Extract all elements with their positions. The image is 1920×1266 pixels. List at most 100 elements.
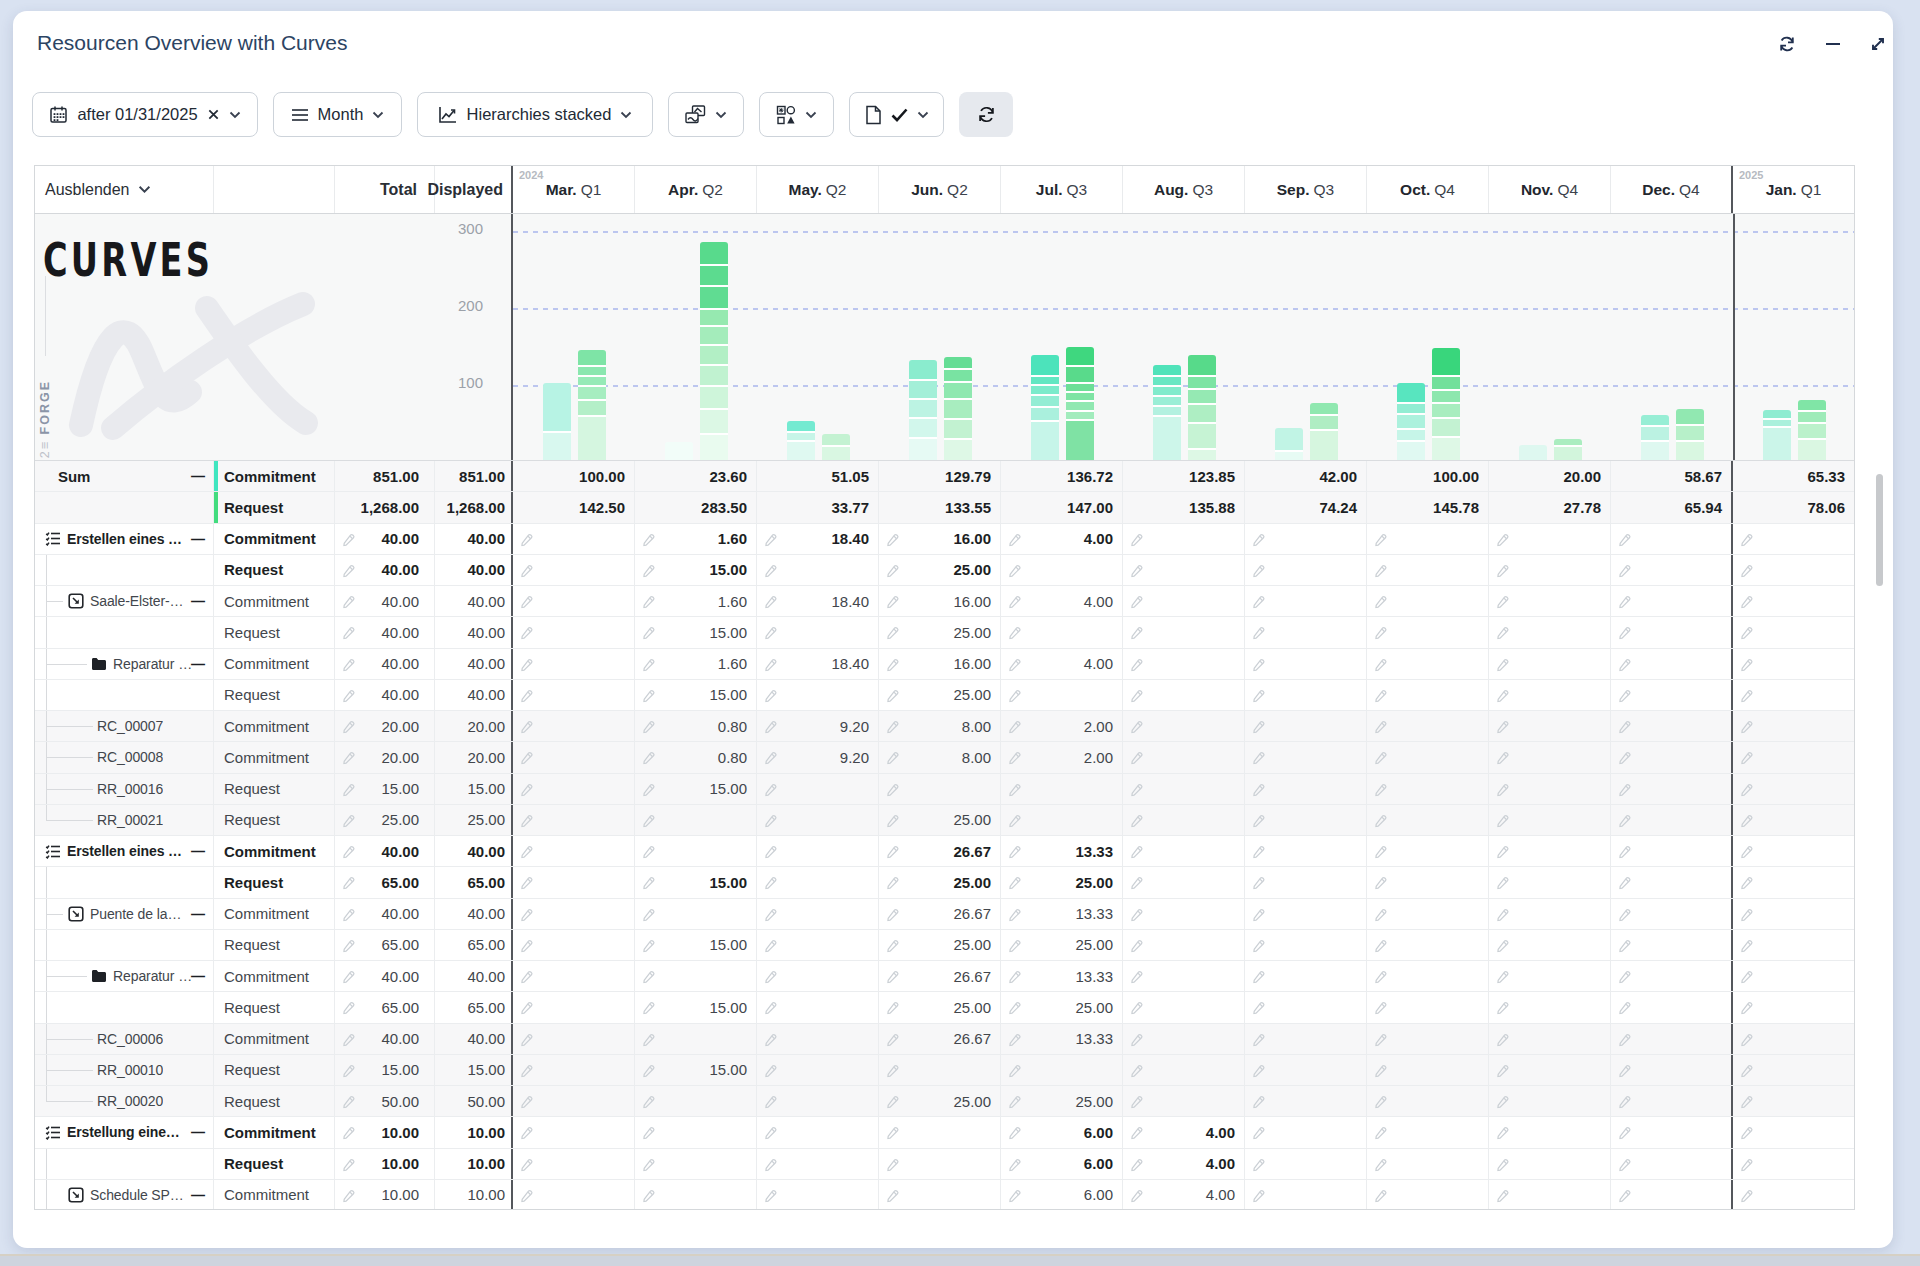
month-value-cell[interactable]: 4.00 xyxy=(1123,1117,1245,1147)
month-value-cell[interactable] xyxy=(1245,742,1367,772)
edit-pencil-icon[interactable] xyxy=(885,719,900,734)
month-value-cell[interactable] xyxy=(1123,899,1245,929)
edit-pencil-icon[interactable] xyxy=(341,969,356,984)
month-value-cell[interactable] xyxy=(1489,774,1611,804)
month-value-cell[interactable]: 15.00 xyxy=(635,555,757,585)
edit-pencil-icon[interactable] xyxy=(1129,1062,1144,1077)
month-value-cell[interactable]: 15.00 xyxy=(635,930,757,960)
month-value-cell[interactable] xyxy=(1611,1180,1733,1210)
month-value-cell[interactable]: 133.55 xyxy=(879,492,1001,522)
month-value-cell[interactable]: 15.00 xyxy=(635,867,757,897)
month-value-cell[interactable] xyxy=(757,836,879,866)
edit-pencil-icon[interactable] xyxy=(1007,1062,1022,1077)
edit-pencil-icon[interactable] xyxy=(519,844,534,859)
month-value-cell[interactable] xyxy=(1611,649,1733,679)
month-value-cell[interactable]: 26.67 xyxy=(879,961,1001,991)
edit-pencil-icon[interactable] xyxy=(519,562,534,577)
month-value-cell[interactable] xyxy=(1245,992,1367,1022)
edit-pencil-icon[interactable] xyxy=(1129,937,1144,952)
month-value-cell[interactable] xyxy=(1489,1180,1611,1210)
edit-pencil-icon[interactable] xyxy=(641,1000,656,1015)
month-value-cell[interactable] xyxy=(513,617,635,647)
month-value-cell[interactable] xyxy=(1245,649,1367,679)
month-value-cell[interactable] xyxy=(1733,1117,1855,1147)
month-value-cell[interactable] xyxy=(1123,711,1245,741)
month-value-cell[interactable] xyxy=(1733,586,1855,616)
edit-pencil-icon[interactable] xyxy=(1007,812,1022,827)
month-value-cell[interactable] xyxy=(1367,961,1489,991)
collapse-toggle[interactable]: — xyxy=(191,906,213,922)
month-value-cell[interactable] xyxy=(757,992,879,1022)
edit-pencil-icon[interactable] xyxy=(1251,781,1266,796)
month-value-cell[interactable] xyxy=(1489,1055,1611,1085)
edit-pencil-icon[interactable] xyxy=(1129,687,1144,702)
edit-pencil-icon[interactable] xyxy=(341,781,356,796)
edit-pencil-icon[interactable] xyxy=(1373,531,1388,546)
month-value-cell[interactable] xyxy=(1611,961,1733,991)
edit-pencil-icon[interactable] xyxy=(1129,1125,1144,1140)
edit-pencil-icon[interactable] xyxy=(1495,1094,1510,1109)
edit-pencil-icon[interactable] xyxy=(1739,1094,1754,1109)
edit-pencil-icon[interactable] xyxy=(1129,531,1144,546)
month-value-cell[interactable] xyxy=(1367,586,1489,616)
edit-pencil-icon[interactable] xyxy=(341,594,356,609)
month-value-cell[interactable]: 8.00 xyxy=(879,711,1001,741)
collapse-toggle[interactable]: — xyxy=(191,843,213,859)
edit-pencil-icon[interactable] xyxy=(885,562,900,577)
month-value-cell[interactable] xyxy=(1733,805,1855,835)
edit-pencil-icon[interactable] xyxy=(1129,969,1144,984)
edit-pencil-icon[interactable] xyxy=(519,656,534,671)
edit-pencil-icon[interactable] xyxy=(763,969,778,984)
month-value-cell[interactable] xyxy=(757,930,879,960)
month-value-cell[interactable] xyxy=(757,1086,879,1116)
edit-pencil-icon[interactable] xyxy=(1617,594,1632,609)
edit-pencil-icon[interactable] xyxy=(1129,1094,1144,1109)
month-value-cell[interactable] xyxy=(1245,867,1367,897)
month-value-cell[interactable] xyxy=(513,805,635,835)
month-value-cell[interactable]: 6.00 xyxy=(1001,1149,1123,1179)
month-value-cell[interactable] xyxy=(1245,1117,1367,1147)
collapse-toggle[interactable]: — xyxy=(191,531,213,547)
month-value-cell[interactable] xyxy=(1489,1149,1611,1179)
month-value-cell[interactable] xyxy=(879,1180,1001,1210)
hide-column-control[interactable]: Ausblenden xyxy=(35,166,214,213)
edit-pencil-icon[interactable] xyxy=(763,531,778,546)
month-value-cell[interactable]: 13.33 xyxy=(1001,836,1123,866)
month-value-cell[interactable] xyxy=(1367,1149,1489,1179)
table-row[interactable]: Reparatur …—Commitment40.0040.001.6018.4… xyxy=(35,649,1854,680)
collapse-toggle[interactable]: — xyxy=(191,468,213,484)
month-value-cell[interactable] xyxy=(635,1086,757,1116)
month-value-cell[interactable] xyxy=(1611,742,1733,772)
edit-pencil-icon[interactable] xyxy=(641,750,656,765)
edit-pencil-icon[interactable] xyxy=(1617,625,1632,640)
month-value-cell[interactable]: 18.40 xyxy=(757,524,879,554)
edit-pencil-icon[interactable] xyxy=(341,1094,356,1109)
month-value-cell[interactable]: 18.40 xyxy=(757,649,879,679)
month-value-cell[interactable] xyxy=(1367,1117,1489,1147)
edit-pencil-icon[interactable] xyxy=(763,625,778,640)
edit-pencil-icon[interactable] xyxy=(1495,812,1510,827)
month-value-cell[interactable]: 13.33 xyxy=(1001,1024,1123,1054)
edit-pencil-icon[interactable] xyxy=(341,656,356,671)
month-value-cell[interactable]: 16.00 xyxy=(879,586,1001,616)
edit-pencil-icon[interactable] xyxy=(1739,969,1754,984)
edit-pencil-icon[interactable] xyxy=(1617,687,1632,702)
month-value-cell[interactable] xyxy=(1367,899,1489,929)
month-value-cell[interactable] xyxy=(1733,1180,1855,1210)
month-value-cell[interactable] xyxy=(1001,680,1123,710)
edit-pencil-icon[interactable] xyxy=(885,781,900,796)
edit-pencil-icon[interactable] xyxy=(1739,844,1754,859)
edit-pencil-icon[interactable] xyxy=(1251,937,1266,952)
month-value-cell[interactable] xyxy=(1733,867,1855,897)
month-value-cell[interactable] xyxy=(1489,1086,1611,1116)
month-value-cell[interactable] xyxy=(1611,617,1733,647)
month-value-cell[interactable]: 27.78 xyxy=(1489,492,1611,522)
month-value-cell[interactable] xyxy=(1001,805,1123,835)
month-value-cell[interactable] xyxy=(1733,774,1855,804)
month-value-cell[interactable] xyxy=(1367,742,1489,772)
edit-pencil-icon[interactable] xyxy=(519,1125,534,1140)
month-value-cell[interactable]: 20.00 xyxy=(1489,461,1611,491)
edit-pencil-icon[interactable] xyxy=(641,1156,656,1171)
edit-pencil-icon[interactable] xyxy=(1251,656,1266,671)
month-value-cell[interactable] xyxy=(635,1180,757,1210)
